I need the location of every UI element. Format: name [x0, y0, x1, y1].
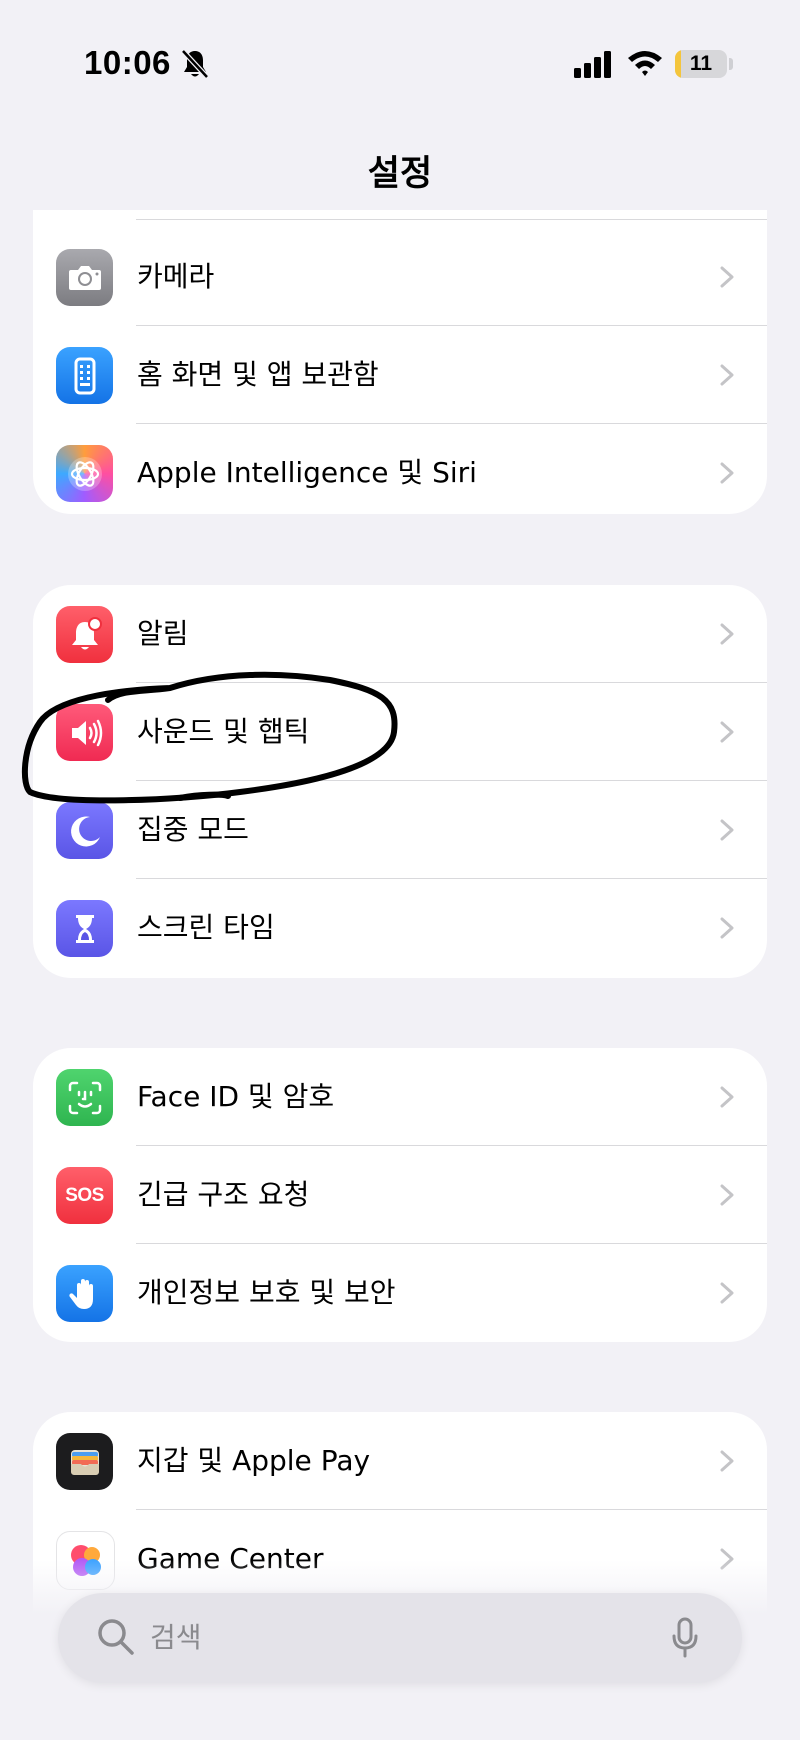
settings-group-general: 카메라 홈 화면 및 앱 보관함 Apple Intelligence 및 Si…	[33, 210, 767, 514]
wifi-icon	[628, 51, 662, 76]
battery-level: 11	[689, 52, 713, 75]
notifications-icon	[56, 606, 113, 663]
settings-item-label: 집중 모드	[137, 813, 249, 846]
chevron-right-icon	[720, 819, 734, 841]
settings-group-security: Face ID 및 암호 SOS 긴급 구조 요청 개인정보 보호 및 보안	[33, 1048, 767, 1342]
settings-item-emergency-sos[interactable]: SOS 긴급 구조 요청	[33, 1146, 767, 1244]
privacy-hand-icon	[56, 1265, 113, 1322]
battery-icon: 11	[675, 50, 727, 78]
settings-item-label: Apple Intelligence 및 Siri	[137, 456, 477, 489]
cellular-signal-icon	[574, 51, 611, 78]
home-screen-icon	[56, 347, 113, 404]
silent-bell-icon	[181, 49, 209, 79]
settings-item-privacy[interactable]: 개인정보 보호 및 보안	[33, 1244, 767, 1342]
screen-time-icon	[56, 900, 113, 957]
chevron-right-icon	[720, 623, 734, 645]
settings-item-label: 개인정보 보호 및 보안	[137, 1276, 396, 1309]
settings-item-label: Face ID 및 암호	[137, 1080, 335, 1113]
camera-icon	[56, 249, 113, 306]
settings-group-notifications: 알림 사운드 및 햅틱 집중 모드 스크린 타임	[33, 585, 767, 978]
settings-item-notifications[interactable]: 알림	[33, 585, 767, 683]
wallet-icon	[56, 1433, 113, 1490]
sound-icon	[56, 704, 113, 761]
chevron-right-icon	[720, 1086, 734, 1108]
settings-item-label: 카메라	[137, 260, 215, 293]
chevron-right-icon	[720, 266, 734, 288]
settings-item-home-screen[interactable]: 홈 화면 및 앱 보관함	[33, 326, 767, 424]
status-bar: 10:06 11	[0, 0, 800, 130]
settings-item-camera[interactable]: 카메라	[33, 228, 767, 326]
settings-item-label: 긴급 구조 요청	[137, 1178, 310, 1211]
settings-item-label: 지갑 및 Apple Pay	[137, 1444, 371, 1477]
status-time: 10:06	[84, 44, 171, 81]
search-field[interactable]: 검색	[58, 1593, 742, 1683]
settings-item-label: 사운드 및 햅틱	[137, 715, 310, 748]
chevron-right-icon	[720, 1450, 734, 1472]
chevron-right-icon	[720, 917, 734, 939]
face-id-icon	[56, 1069, 113, 1126]
settings-item-focus[interactable]: 집중 모드	[33, 781, 767, 879]
search-placeholder: 검색	[150, 1621, 202, 1654]
chevron-right-icon	[720, 721, 734, 743]
page-title: 설정	[367, 154, 433, 194]
apple-intelligence-icon	[56, 445, 113, 502]
microphone-icon[interactable]	[670, 1616, 700, 1660]
chevron-right-icon	[720, 1184, 734, 1206]
search-icon	[98, 1619, 134, 1655]
settings-item-sound-haptics[interactable]: 사운드 및 햅틱	[33, 683, 767, 781]
settings-item-apple-intelligence[interactable]: Apple Intelligence 및 Siri	[33, 424, 767, 514]
battery-tip	[729, 58, 733, 70]
sos-icon: SOS	[56, 1167, 113, 1224]
settings-item-label: 알림	[137, 617, 189, 650]
settings-item-wallet[interactable]: 지갑 및 Apple Pay	[33, 1412, 767, 1510]
sos-icon-text: SOS	[65, 1184, 104, 1206]
chevron-right-icon	[720, 462, 734, 484]
settings-item-label: 홈 화면 및 앱 보관함	[137, 358, 379, 391]
settings-item-face-id[interactable]: Face ID 및 암호	[33, 1048, 767, 1146]
settings-item-label: 스크린 타임	[137, 911, 275, 944]
chevron-right-icon	[720, 1282, 734, 1304]
divider	[136, 219, 767, 220]
chevron-right-icon	[720, 364, 734, 386]
settings-item-screen-time[interactable]: 스크린 타임	[33, 879, 767, 977]
focus-moon-icon	[56, 802, 113, 859]
